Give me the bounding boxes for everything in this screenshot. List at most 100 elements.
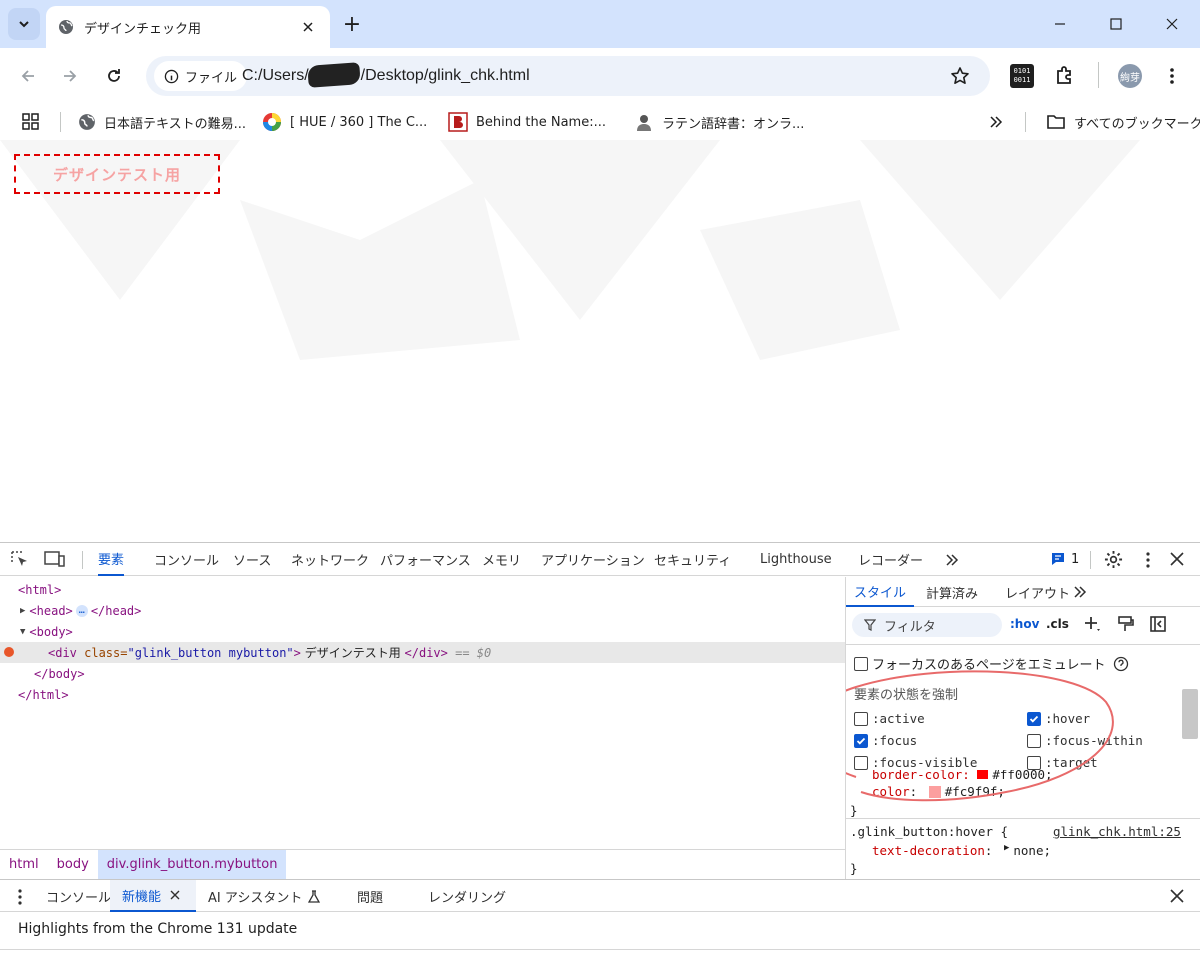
close-drawer-button[interactable] [1170,889,1184,903]
more-styles-tabs-button[interactable] [1072,584,1088,600]
expand-triangle-icon[interactable]: ▶ [1004,843,1009,858]
new-tab-button[interactable]: + [338,10,366,38]
annotation-circle [846,670,1114,802]
tab-security[interactable]: セキュリティ [654,543,731,576]
all-bookmarks-button[interactable]: すべてのブックマーク [1046,110,1200,134]
more-tabs-button[interactable] [944,552,960,568]
breadcrumb-div[interactable]: div.glink_button.mybutton [97,850,287,879]
dom-node-html-close[interactable]: </html> [0,684,845,705]
hover-rule-source-link[interactable]: glink_chk.html:25 [1053,824,1181,839]
settings-button[interactable] [1104,550,1123,569]
tab-console[interactable]: コンソール [154,543,219,576]
paint-roller-icon [1118,616,1134,631]
paint-rule-button[interactable] [1116,615,1134,633]
hover-val: none; [1013,843,1052,858]
star-icon [951,67,969,84]
browser-menu-button[interactable] [1162,66,1182,86]
filter-placeholder: フィルタ [884,619,936,635]
bookmark-item[interactable]: Behind the Name:... [448,110,606,134]
close-devtools-button[interactable] [1170,552,1184,566]
minimize-button[interactable] [1032,0,1088,48]
styles-filter-input[interactable]: フィルタ [852,613,1002,637]
dom-node-body-close[interactable]: </body> [0,663,845,684]
tab-recorder[interactable]: レコーダー [858,543,923,576]
tab-performance[interactable]: パフォーマンス [380,543,471,576]
reload-icon [108,69,120,82]
hov-toggle[interactable]: :hov [1010,617,1039,631]
tab-application[interactable]: アプリケーション [541,543,645,576]
close-icon[interactable] [170,890,180,900]
minimize-icon [1055,23,1065,25]
tab-performance-label: パフォーマンス [380,554,471,569]
binary-extension-icon[interactable]: 0101 0011 [1010,64,1034,88]
cls-toggle[interactable]: .cls [1046,617,1069,631]
profile-avatar[interactable]: 絢芽 [1118,64,1142,88]
reload-button[interactable] [96,58,132,94]
tab-memory-label: メモリ [482,554,522,569]
styles-scrollbar[interactable] [1182,689,1198,739]
address-bar[interactable]: ファイル C:/Users/ /Desktop/glink_chk.html [146,56,990,96]
design-test-button[interactable]: デザインテスト用 [14,154,220,194]
drawer-tab-ai-assistant-label: AI アシスタント [208,890,303,906]
dom-node-head[interactable]: ▶ <head>… </head> [0,600,845,621]
device-toolbar-button[interactable] [44,550,66,568]
tab-network[interactable]: ネットワーク [291,543,369,576]
head-open-tag: <head> [29,603,73,618]
tab-lighthouse[interactable]: Lighthouse [760,543,832,576]
tab-memory[interactable]: メモリ [482,543,521,576]
styles-pane: スタイル 計算済み レイアウト フィルタ :hov .cls フォーカスのあるペ… [845,577,1200,879]
inspect-element-button[interactable] [10,550,30,568]
breadcrumb-html[interactable]: html [0,850,48,879]
url-text[interactable]: C:/Users/ /Desktop/glink_chk.html [242,67,530,85]
issues-button[interactable]: 1 [1050,551,1079,567]
bookmark-star-button[interactable] [950,66,970,86]
drawer-tab-rendering[interactable]: レンダリング [428,880,506,912]
bookmark-item[interactable]: ラテン語辞書：オンラ... [634,110,804,134]
double-chevron-right-icon [946,554,959,566]
back-button[interactable] [10,58,46,94]
tab-styles[interactable]: スタイル [846,577,914,607]
div-close-tag: </div> [404,645,448,660]
drawer-tab-console[interactable]: コンソール [46,880,111,912]
toolbar-divider [1098,62,1099,88]
toggle-sidebar-button[interactable] [1149,615,1167,633]
hover-declaration[interactable]: text-decoration: ▶ none; [872,843,1051,858]
drawer-divider [0,949,1200,950]
double-chevron-right-icon [1074,586,1087,598]
drawer-tab-whats-new[interactable]: 新機能 [110,880,196,912]
breakpoint-dot-icon [4,647,14,657]
bookmarks-divider [60,112,61,132]
expand-triangle-icon[interactable]: ▶ [20,606,25,616]
bookmark-item[interactable]: 日本語テキストの難易... [78,110,246,134]
ellipsis-badge[interactable]: … [75,604,88,617]
hover-rule-selector[interactable]: .glink_button:hover { [850,824,1008,839]
new-rule-button[interactable] [1083,615,1101,633]
extensions-button[interactable] [1054,64,1076,86]
forward-button[interactable] [52,58,88,94]
close-tab-icon[interactable] [298,17,318,37]
tab-layout[interactable]: レイアウト [1005,577,1070,607]
dom-node-html[interactable]: <html> [0,579,845,600]
dom-node-div-selected[interactable]: <div class= "glink_button mybutton" > デザイン… [0,642,845,663]
devtools-divider [82,551,83,569]
collapse-triangle-icon[interactable]: ▼ [20,627,25,637]
dom-node-body[interactable]: ▼ <body> [0,621,845,642]
site-info-chip[interactable]: ファイル [154,61,248,91]
apps-button[interactable] [22,110,40,134]
sidebar-icon [1150,616,1166,632]
design-test-button-label: デザインテスト用 [52,165,181,184]
breadcrumb-body[interactable]: body [48,850,98,879]
browser-tab[interactable]: デザインチェック用 [46,6,330,48]
drawer-menu-button[interactable] [12,888,28,906]
close-window-button[interactable] [1144,0,1200,48]
more-bookmarks-button[interactable] [988,110,1004,134]
tab-search-button[interactable] [8,8,40,40]
drawer-tab-ai-assistant[interactable]: AI アシスタント [208,880,321,912]
maximize-button[interactable] [1088,0,1144,48]
bookmark-item[interactable]: [ HUE / 360 ] The C... [262,110,427,134]
tab-computed[interactable]: 計算済み [926,577,978,607]
drawer-tab-issues[interactable]: 問題 [357,880,383,912]
devtools-menu-button[interactable] [1140,551,1156,569]
tab-sources[interactable]: ソース [233,543,271,576]
tab-elements[interactable]: 要素 [98,543,125,576]
